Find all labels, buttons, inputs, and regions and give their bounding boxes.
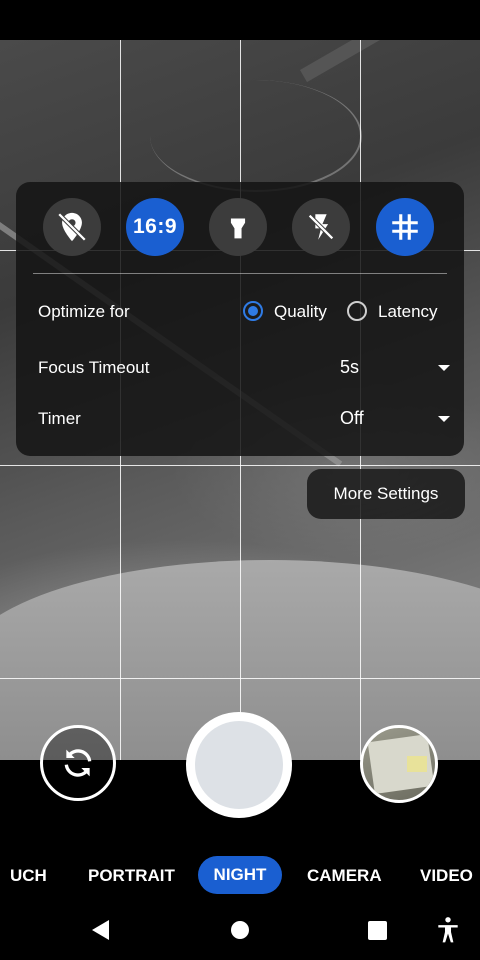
- status-bar: [0, 0, 480, 40]
- shutter-button[interactable]: [186, 712, 292, 818]
- flash-off-icon: [308, 214, 334, 240]
- switch-camera-button[interactable]: [40, 725, 116, 801]
- location-toggle-button[interactable]: [43, 198, 101, 256]
- home-icon[interactable]: [231, 921, 249, 939]
- last-photo-thumbnail[interactable]: [360, 725, 438, 803]
- chevron-down-icon: [438, 416, 450, 422]
- shutter-button-inner: [195, 721, 283, 809]
- timer-label: Timer: [38, 409, 81, 428]
- grid-icon: [392, 214, 418, 240]
- latency-radio[interactable]: [347, 301, 367, 321]
- chevron-down-icon: [438, 365, 450, 371]
- focus-timeout-value: 5s: [340, 357, 360, 377]
- timer-dropdown[interactable]: Off: [340, 404, 450, 434]
- accessibility-icon[interactable]: [435, 916, 461, 944]
- timer-value: Off: [340, 408, 364, 428]
- grid-line-horizontal-3: [0, 678, 480, 679]
- aspect-ratio-label: 16:9: [132, 215, 178, 238]
- aspect-ratio-button[interactable]: 16:9: [126, 198, 184, 256]
- mode-night[interactable]: NIGHT: [198, 856, 282, 894]
- more-settings-button[interactable]: More Settings: [307, 469, 465, 519]
- thumbnail-note: [407, 756, 427, 772]
- camera-screen: 16:9 Optimize for Quality Latency Focus …: [0, 0, 480, 960]
- mode-camera[interactable]: CAMERA: [307, 866, 382, 886]
- latency-option-label[interactable]: Latency: [378, 302, 438, 322]
- grid-toggle-button[interactable]: [376, 198, 434, 256]
- quality-option-label[interactable]: Quality: [274, 302, 327, 322]
- switch-camera-icon: [64, 749, 92, 777]
- mode-touch[interactable]: UCH: [10, 866, 47, 886]
- flashlight-button[interactable]: [209, 198, 267, 256]
- quality-radio[interactable]: [243, 301, 263, 321]
- optimize-for-label: Optimize for: [38, 302, 130, 321]
- mode-video[interactable]: VIDEO: [420, 866, 473, 886]
- location-off-icon: [57, 212, 87, 242]
- flashlight-icon: [230, 218, 246, 239]
- back-icon[interactable]: [92, 920, 109, 940]
- focus-timeout-dropdown[interactable]: 5s: [340, 353, 450, 383]
- mode-portrait[interactable]: PORTRAIT: [88, 866, 175, 886]
- quick-settings-panel: 16:9 Optimize for Quality Latency Focus …: [16, 182, 464, 456]
- flash-toggle-button[interactable]: [292, 198, 350, 256]
- scene-wire: [150, 80, 362, 192]
- grid-line-horizontal-2: [0, 465, 480, 466]
- panel-divider: [33, 273, 447, 274]
- focus-timeout-label: Focus Timeout: [38, 358, 150, 377]
- scene-beam: [300, 40, 480, 83]
- recents-icon[interactable]: [368, 921, 387, 940]
